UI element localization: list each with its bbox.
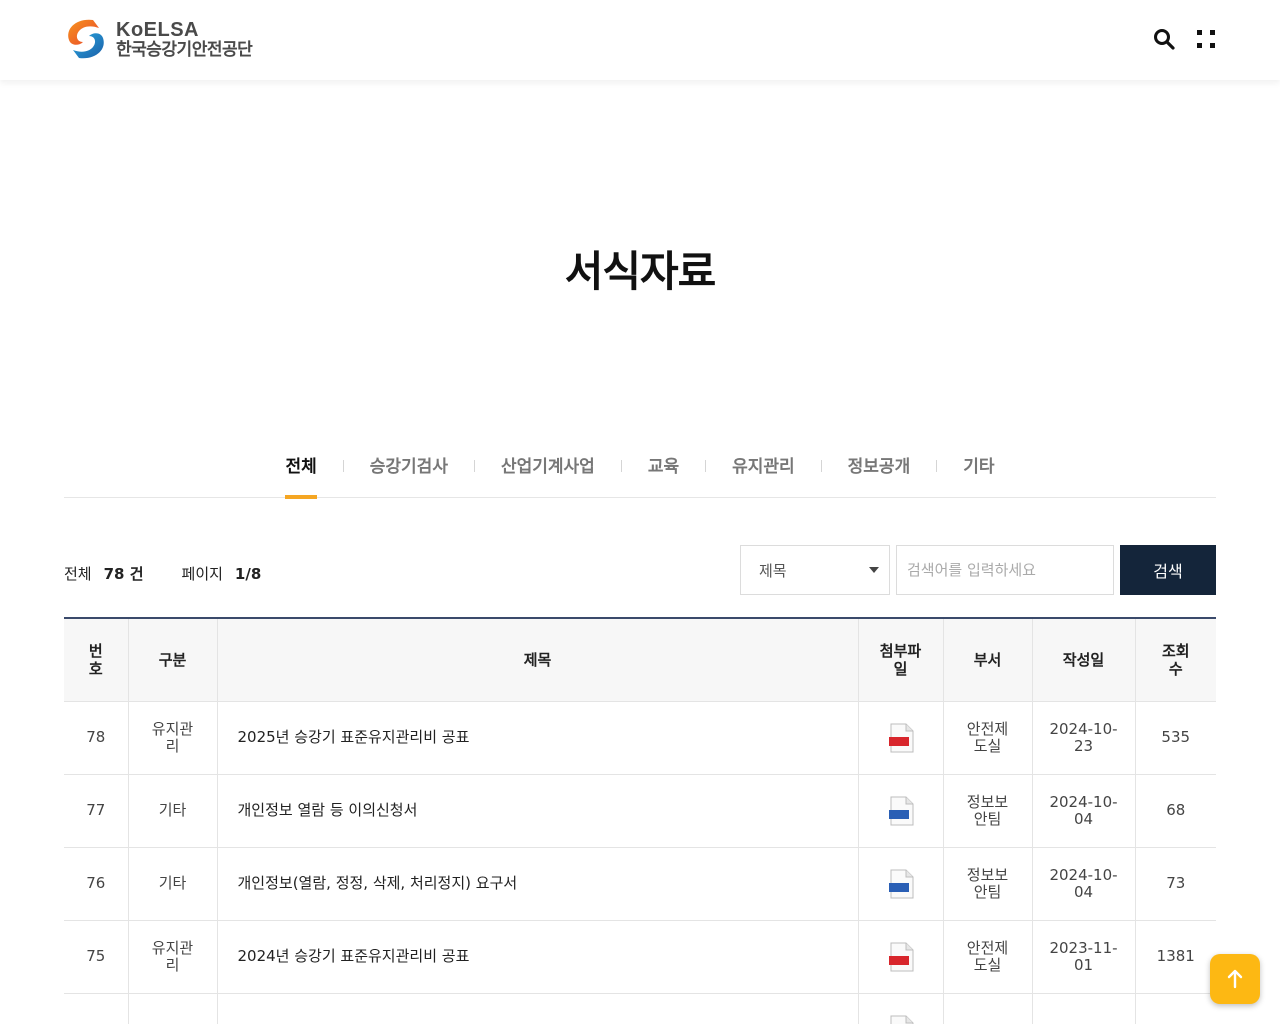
tab-divider	[342, 460, 344, 472]
scroll-top-button[interactable]	[1210, 954, 1260, 1004]
search-input[interactable]	[896, 545, 1114, 595]
col-header-date: 작성일	[1032, 618, 1136, 702]
row-views: 1381	[1135, 920, 1216, 994]
row-number: 76	[64, 847, 129, 921]
site-logo[interactable]: KoELSA 한국승강기안전공단	[63, 16, 253, 62]
table-header-row: 번 호 구분 제목 첨부파 일 부서 작성일 조회 수	[64, 618, 1216, 702]
row-title[interactable]: 2025년 승강기 표준유지관리비 공표	[217, 701, 859, 775]
row-attachment	[858, 920, 944, 994]
row-attachment	[858, 847, 944, 921]
col-header-department: 부서	[943, 618, 1033, 702]
table-row[interactable]	[64, 993, 1216, 1024]
row-number: 78	[64, 701, 129, 775]
row-date: 2023-11- 01	[1032, 920, 1136, 994]
search-field-select[interactable]: 제목	[740, 545, 890, 595]
row-title[interactable]: 2024년 승강기 표준유지관리비 공표	[217, 920, 859, 994]
tab-divider	[620, 460, 622, 472]
row-views: 535	[1135, 701, 1216, 775]
row-attachment	[858, 701, 944, 775]
board-table: 번 호 구분 제목 첨부파 일 부서 작성일 조회 수 78 유지관 리 2025년…	[64, 617, 1216, 1024]
row-views: 68	[1135, 774, 1216, 848]
row-date	[1032, 993, 1136, 1024]
row-number: 75	[64, 920, 129, 994]
row-views: 73	[1135, 847, 1216, 921]
tab-etc[interactable]: 기타	[963, 446, 994, 498]
row-date: 2024-10- 04	[1032, 847, 1136, 921]
tab-elevator-inspection[interactable]: 승강기검사	[370, 446, 448, 498]
row-attachment	[858, 774, 944, 848]
total-count: 78 건	[103, 565, 144, 583]
tab-divider	[820, 460, 822, 472]
menu-grid-icon	[1197, 30, 1215, 48]
col-header-title: 제목	[217, 618, 859, 702]
tab-disclosure[interactable]: 정보공개	[848, 446, 911, 498]
row-date: 2024-10- 23	[1032, 701, 1136, 775]
tab-industrial-machinery[interactable]: 산업기계사업	[501, 446, 595, 498]
row-category: 기타	[128, 774, 218, 848]
hwp-file-icon[interactable]	[888, 869, 914, 899]
result-summary: 전체 78 건 페이지 1/8	[64, 563, 261, 584]
table-row[interactable]: 76 기타 개인정보(열람, 정정, 삭제, 처리정지) 요구서 정보보 안팀 2024…	[64, 847, 1216, 921]
search-submit-button[interactable]: 검색	[1120, 545, 1216, 595]
row-department	[943, 993, 1033, 1024]
row-department: 정보보 안팀	[943, 847, 1033, 921]
tab-divider	[705, 460, 707, 472]
chevron-down-icon	[869, 567, 879, 573]
page-indicator: 1/8	[234, 565, 262, 583]
search-icon	[1154, 29, 1175, 50]
row-attachment	[858, 993, 944, 1024]
search-button[interactable]	[1153, 28, 1175, 50]
row-category: 기타	[128, 847, 218, 921]
row-date: 2024-10- 04	[1032, 774, 1136, 848]
row-category: 유지관 리	[128, 920, 218, 994]
table-row[interactable]: 75 유지관 리 2024년 승강기 표준유지관리비 공표 안전제 도실 2023-11…	[64, 920, 1216, 994]
row-number	[64, 993, 129, 1024]
menu-button[interactable]	[1195, 28, 1217, 50]
table-row[interactable]: 77 기타 개인정보 열람 등 이의신청서 정보보 안팀 2024-10- 04 68	[64, 774, 1216, 848]
search-form: 제목 검색	[740, 545, 1216, 595]
tab-divider	[473, 460, 475, 472]
category-tabs: 전체 승강기검사 산업기계사업 교육 유지관리 정보공개 기타	[64, 446, 1216, 499]
tab-education[interactable]: 교육	[648, 446, 679, 498]
row-category: 유지관 리	[128, 701, 218, 775]
select-value: 제목	[759, 561, 787, 580]
row-views	[1135, 993, 1216, 1024]
total-label: 전체	[64, 565, 92, 583]
pdf-file-icon[interactable]	[888, 942, 914, 972]
tab-maintenance[interactable]: 유지관리	[732, 446, 795, 498]
pdf-file-icon[interactable]	[888, 723, 914, 753]
tab-divider	[936, 460, 938, 472]
row-title[interactable]: 개인정보(열람, 정정, 삭제, 처리정지) 요구서	[217, 847, 859, 921]
page-label: 페이지	[181, 565, 223, 583]
row-title[interactable]	[217, 993, 859, 1024]
site-header: KoELSA 한국승강기안전공단	[0, 0, 1280, 80]
logo-en-text: KoELSA	[116, 18, 199, 41]
col-header-attachment: 첨부파 일	[858, 618, 944, 702]
row-department: 안전제 도실	[943, 920, 1033, 994]
row-category	[128, 993, 218, 1024]
row-department: 정보보 안팀	[943, 774, 1033, 848]
col-header-number: 번 호	[64, 618, 129, 702]
tab-all[interactable]: 전체	[285, 446, 318, 499]
koelsa-logo-icon	[68, 19, 104, 59]
file-icon[interactable]	[888, 1015, 914, 1024]
col-header-category: 구분	[128, 618, 218, 702]
hwp-file-icon[interactable]	[888, 796, 914, 826]
page-title: 서식자료	[564, 247, 717, 296]
row-title[interactable]: 개인정보 열람 등 이의신청서	[217, 774, 859, 848]
col-header-views: 조회 수	[1135, 618, 1216, 702]
row-number: 77	[64, 774, 129, 848]
table-row[interactable]: 78 유지관 리 2025년 승강기 표준유지관리비 공표 안전제 도실 2024-10…	[64, 701, 1216, 775]
arrow-up-icon	[1227, 969, 1243, 989]
row-department: 안전제 도실	[943, 701, 1033, 775]
logo-ko-text: 한국승강기안전공단	[116, 39, 253, 60]
